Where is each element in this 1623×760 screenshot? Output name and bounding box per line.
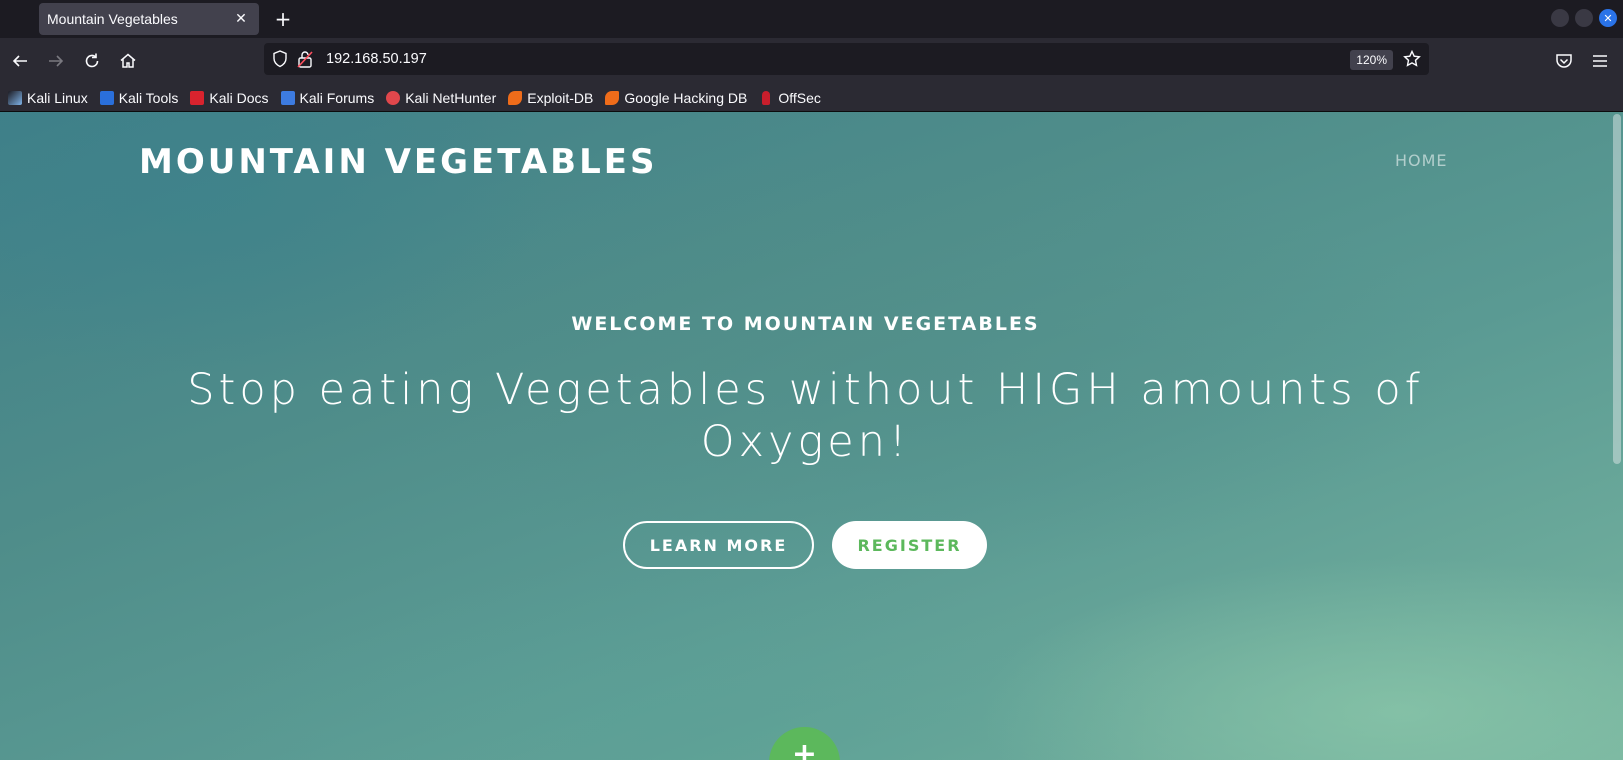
- ghdb-icon: [605, 90, 620, 105]
- bookmark-kali-tools[interactable]: Kali Tools: [99, 89, 179, 106]
- bookmark-label: Kali Tools: [118, 89, 179, 106]
- bookmark-exploit-db[interactable]: Exploit-DB: [508, 90, 593, 106]
- bookmark-kali-nethunter[interactable]: Kali NetHunter: [386, 90, 496, 106]
- home-icon[interactable]: [113, 46, 143, 76]
- register-button[interactable]: REGISTER: [832, 521, 987, 569]
- kali-forums-icon: [280, 90, 295, 105]
- scrollbar-thumb[interactable]: [1613, 114, 1621, 464]
- kali-dragon-icon: [8, 90, 22, 105]
- bookmark-label: Google Hacking DB: [624, 89, 748, 106]
- bookmark-kali-forums[interactable]: Kali Forums: [280, 89, 375, 106]
- bookmark-kali-docs[interactable]: Kali Docs: [190, 89, 269, 106]
- exploit-db-icon: [508, 90, 523, 105]
- page-viewport: MOUNTAIN VEGETABLES HOME WELCOME TO MOUN…: [0, 112, 1623, 760]
- bookmark-google-hacking-db[interactable]: Google Hacking DB: [605, 90, 747, 106]
- insecure-lock-icon[interactable]: [297, 50, 313, 72]
- back-arrow-icon[interactable]: [5, 46, 35, 76]
- page-scrollbar[interactable]: [1611, 112, 1623, 760]
- hero-title: Stop eating Vegetables without HIGH amou…: [187, 365, 1424, 467]
- hero-subtitle: WELCOME TO MOUNTAIN VEGETABLES: [571, 313, 1040, 335]
- url-text: 192.168.50.197: [326, 51, 427, 67]
- close-window-icon[interactable]: ✕: [1599, 9, 1617, 27]
- bookmark-star-icon[interactable]: [1403, 49, 1421, 72]
- hamburger-menu-icon[interactable]: [1585, 46, 1615, 76]
- tab-strip: Mountain Vegetables ✕ + ✕: [0, 0, 1623, 38]
- zoom-level-badge[interactable]: 120%: [1350, 50, 1393, 70]
- pocket-icon[interactable]: [1549, 46, 1579, 76]
- new-tab-icon[interactable]: +: [271, 7, 295, 31]
- bookmark-label: Kali Forums: [299, 89, 375, 106]
- bookmark-kali-linux[interactable]: Kali Linux: [8, 90, 88, 106]
- site-logo[interactable]: MOUNTAIN VEGETABLES: [139, 142, 657, 182]
- address-bar[interactable]: 192.168.50.197 120%: [264, 43, 1429, 75]
- forward-arrow-icon[interactable]: [41, 46, 71, 76]
- bookmark-label: Kali NetHunter: [405, 89, 497, 106]
- bookmark-label: Exploit-DB: [527, 89, 594, 106]
- tab-close-icon[interactable]: ✕: [229, 7, 253, 31]
- minimize-window-icon[interactable]: [1551, 9, 1569, 27]
- bookmark-label: Kali Docs: [209, 89, 269, 106]
- learn-more-button[interactable]: LEARN MORE: [623, 521, 814, 569]
- kali-docs-icon: [190, 90, 205, 105]
- reload-icon[interactable]: [77, 46, 107, 76]
- maximize-window-icon[interactable]: [1575, 9, 1593, 27]
- browser-tab[interactable]: Mountain Vegetables ✕: [39, 3, 259, 35]
- scroll-down-plus-button[interactable]: +: [769, 727, 840, 760]
- bookmarks-toolbar: Kali Linux Kali Tools Kali Docs Kali For…: [0, 84, 1623, 112]
- nav-home-link[interactable]: HOME: [1395, 151, 1448, 170]
- bookmark-label: OffSec: [778, 89, 821, 106]
- tab-title: Mountain Vegetables: [47, 11, 178, 27]
- kali-nethunter-icon: [386, 90, 401, 105]
- tracking-shield-icon[interactable]: [272, 50, 288, 72]
- offsec-icon: [762, 90, 771, 105]
- bookmark-label: Kali Linux: [27, 89, 88, 106]
- navigation-toolbar: 192.168.50.197 120%: [0, 38, 1623, 84]
- bookmark-offsec[interactable]: OffSec: [759, 90, 821, 106]
- kali-tools-icon: [99, 90, 114, 105]
